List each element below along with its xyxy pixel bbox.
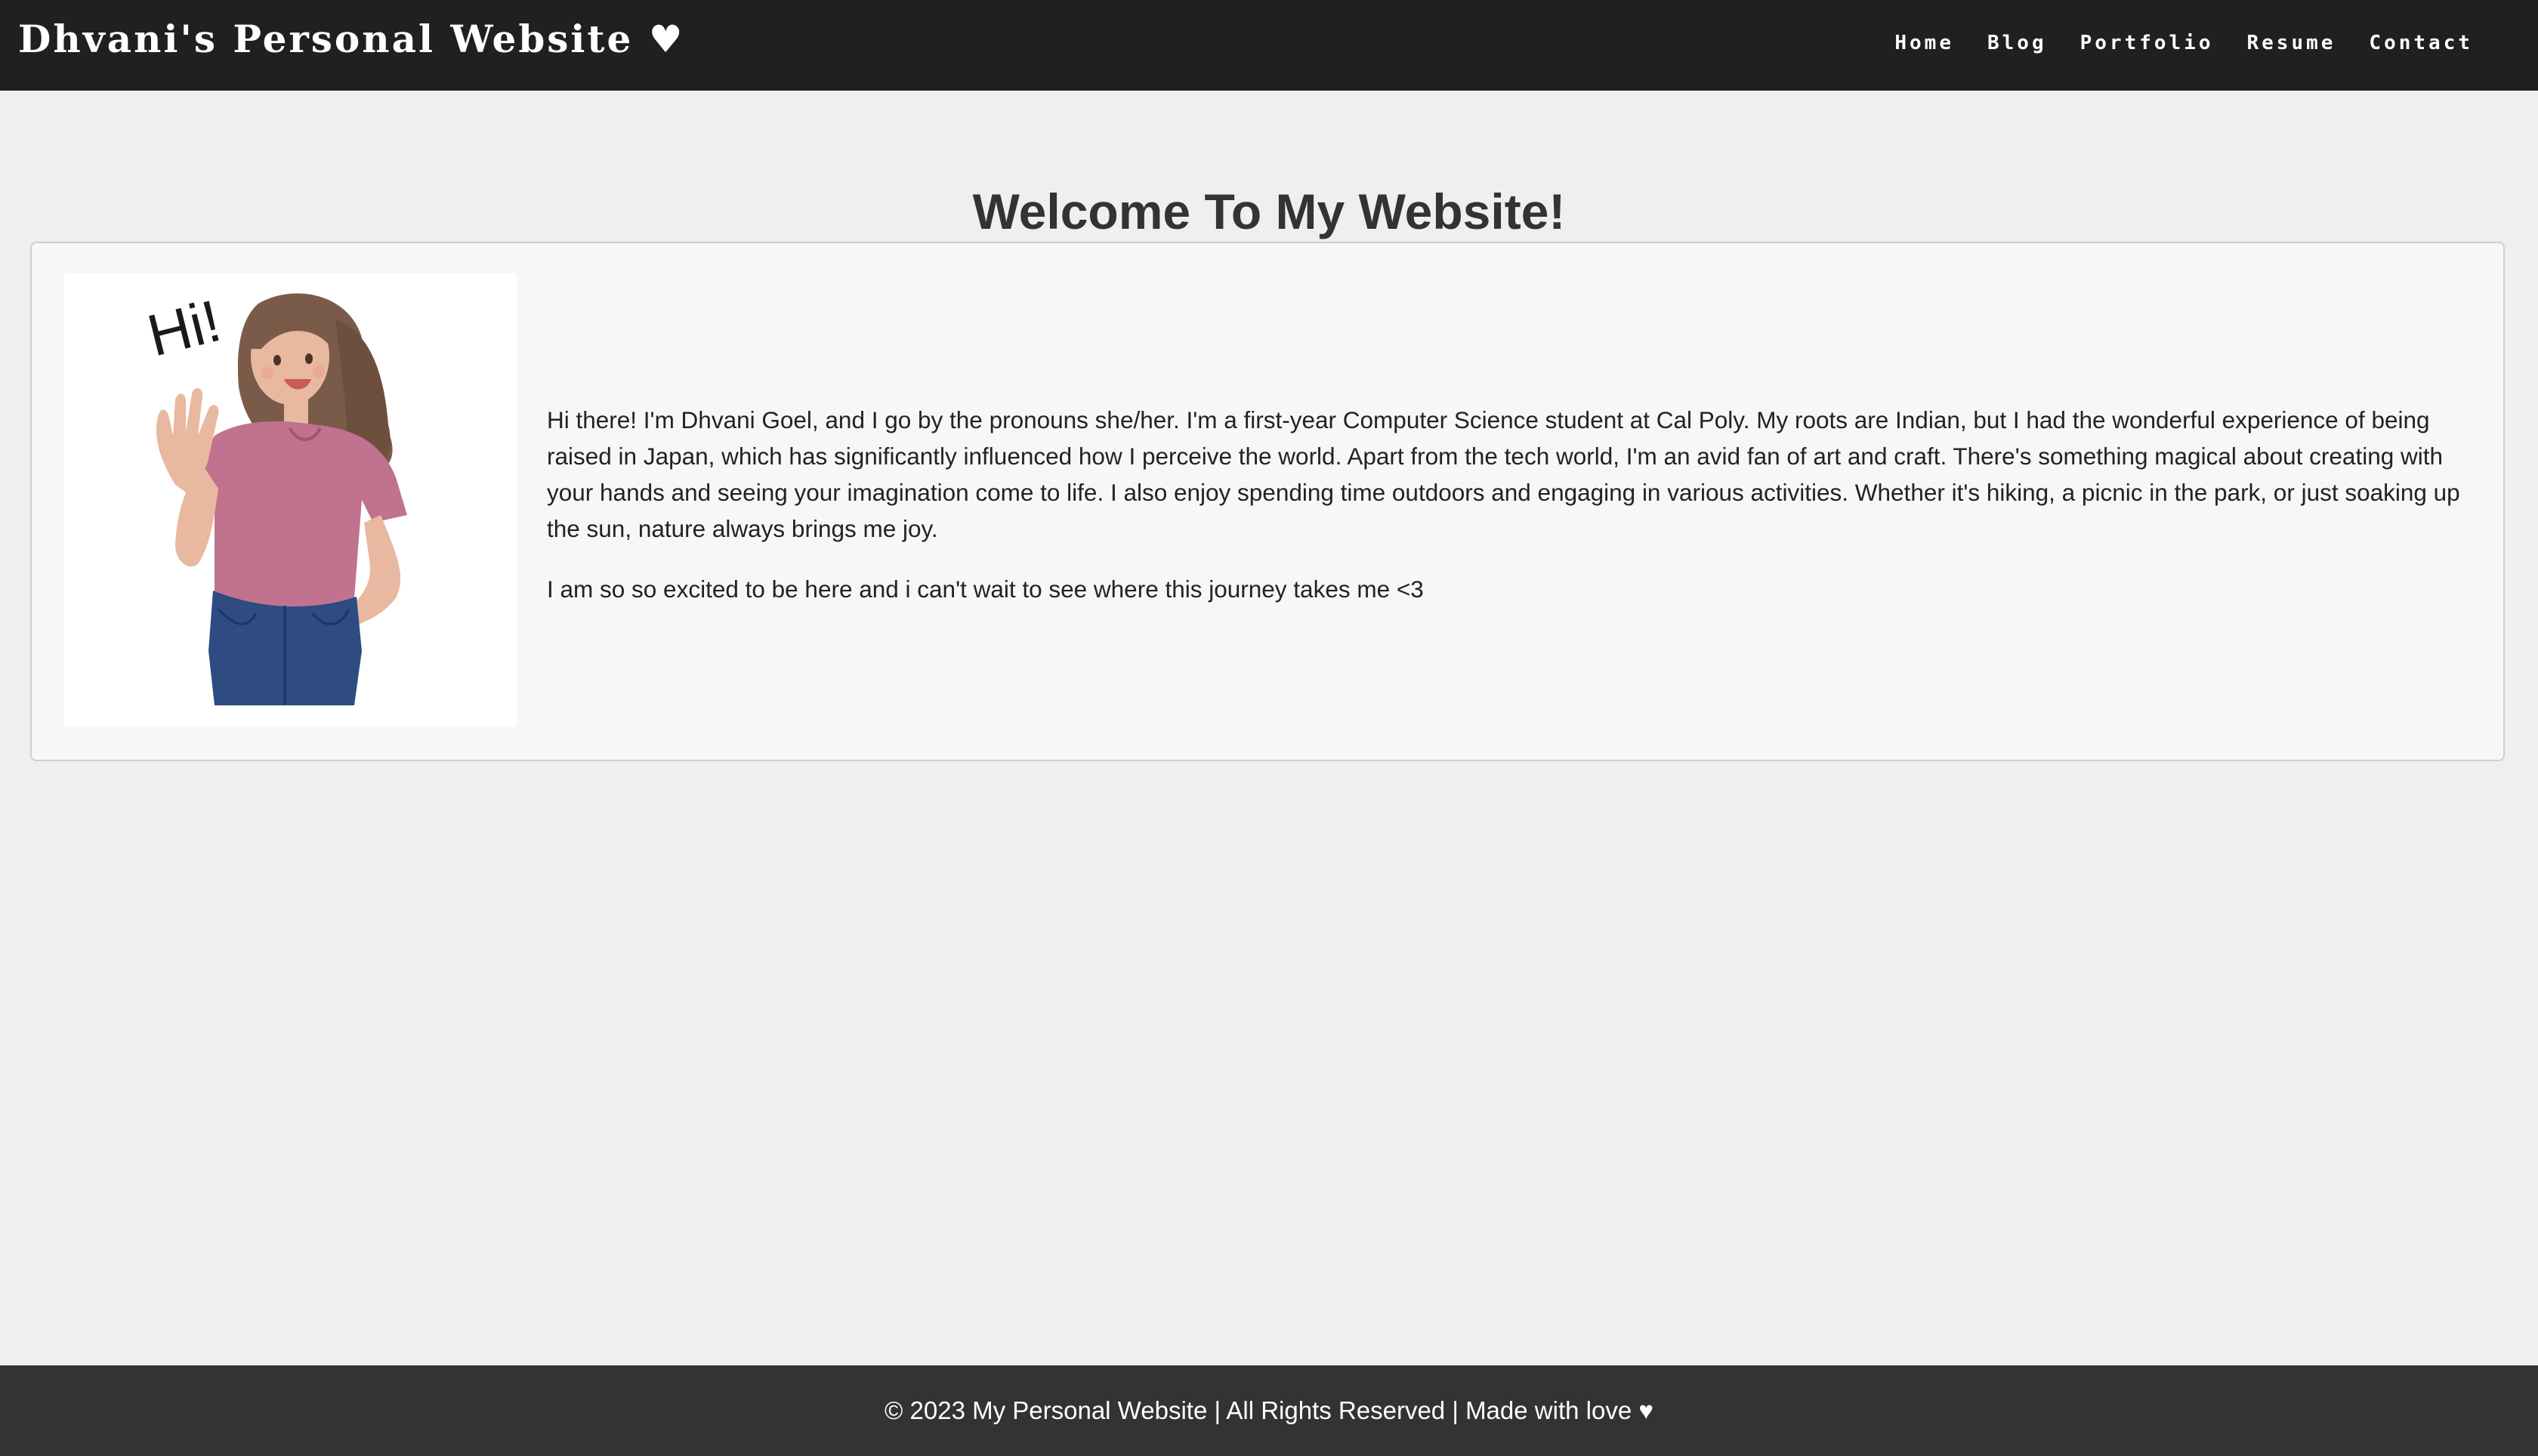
- page-title: Welcome To My Website!: [972, 184, 1566, 240]
- bio-paragraph: Hi there! I'm Dhvani Goel, and I go by t…: [547, 406, 2460, 542]
- nav-portfolio-link[interactable]: Portfolio: [2080, 32, 2214, 54]
- nav-contact-link[interactable]: Contact: [2369, 32, 2473, 54]
- site-title[interactable]: Dhvani's Personal Website ♥: [18, 17, 685, 61]
- intro-card: Hi! Hi there! I'm Dhvani Goel, and I go …: [30, 242, 2505, 761]
- bio-text: Hi there! I'm Dhvani Goel, and I go by t…: [547, 402, 2481, 631]
- hi-greeting-text: Hi!: [141, 287, 227, 369]
- footer-copyright: © 2023 My Personal Website | All Rights …: [885, 1396, 1653, 1424]
- bio-paragraph: I am so so excited to be here and i can'…: [547, 575, 1424, 603]
- waving-girl-illustration: Hi!: [141, 287, 407, 705]
- avatar: Hi!: [63, 273, 517, 726]
- site-footer: © 2023 My Personal Website | All Rights …: [0, 1365, 2538, 1456]
- nav-resume-link[interactable]: Resume: [2247, 32, 2336, 54]
- nav-home-link[interactable]: Home: [1894, 32, 1954, 54]
- site-header: Dhvani's Personal Website ♥ Home Blog Po…: [0, 0, 2538, 91]
- main-nav: Home Blog Portfolio Resume Contact: [1861, 32, 2473, 54]
- nav-blog-link[interactable]: Blog: [1987, 32, 2047, 54]
